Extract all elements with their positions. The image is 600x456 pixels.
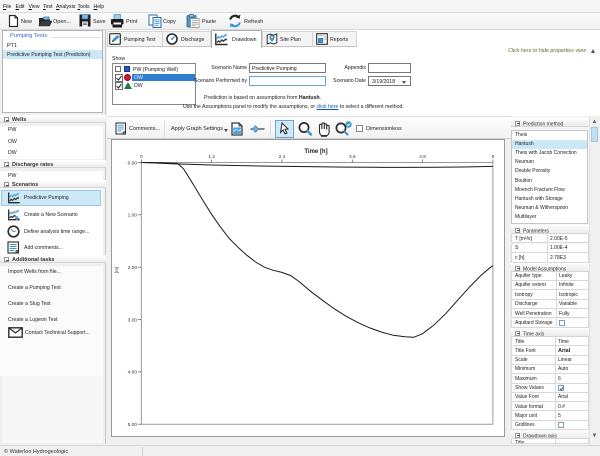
svg-text:1.00: 1.00 bbox=[128, 213, 138, 219]
svg-text:3.00: 3.00 bbox=[128, 317, 138, 323]
svg-text:3.6: 3.6 bbox=[349, 154, 356, 160]
svg-text:4.00: 4.00 bbox=[128, 370, 138, 376]
svg-text:[m]: [m] bbox=[114, 267, 120, 274]
svg-text:1.2: 1.2 bbox=[208, 154, 215, 160]
svg-text:0.00: 0.00 bbox=[128, 160, 138, 166]
svg-text:2.00: 2.00 bbox=[128, 265, 138, 271]
svg-text:6: 6 bbox=[492, 154, 495, 160]
svg-text:4.8: 4.8 bbox=[419, 154, 426, 160]
svg-text:2.4: 2.4 bbox=[279, 154, 286, 160]
svg-text:5.00: 5.00 bbox=[128, 422, 138, 428]
svg-text:Time [h]: Time [h] bbox=[304, 149, 327, 155]
svg-text:0: 0 bbox=[140, 154, 143, 160]
